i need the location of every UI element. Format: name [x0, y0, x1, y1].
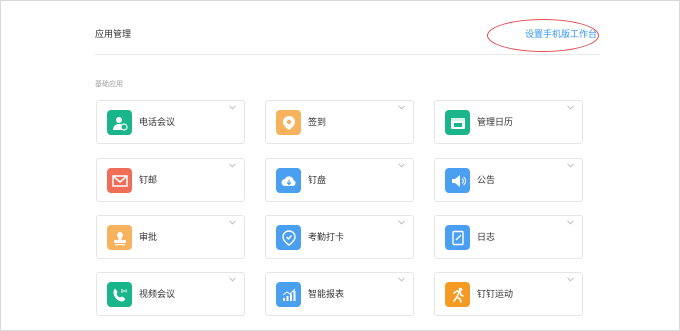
- app-card-calendar[interactable]: 管理日历: [434, 100, 583, 144]
- app-label: 视频会议: [139, 290, 176, 300]
- app-label: 智能报表: [308, 290, 345, 300]
- phone-meeting-icon: [107, 110, 132, 135]
- app-card-checkin[interactable]: 签到: [265, 100, 414, 144]
- attendance-pin-icon: [276, 225, 301, 250]
- app-card-attendance[interactable]: 考勤打卡: [265, 215, 414, 259]
- location-pin-icon: [276, 110, 301, 135]
- app-card-approval[interactable]: 审批: [96, 215, 245, 259]
- running-man-icon: [445, 282, 470, 307]
- section-label: 基础应用: [95, 80, 123, 88]
- app-card-smart-report[interactable]: 智能报表: [265, 272, 414, 316]
- app-card-log[interactable]: 日志: [434, 215, 583, 259]
- chevron-down-icon[interactable]: [567, 105, 574, 110]
- mail-icon: [107, 168, 132, 193]
- bar-chart-icon: [276, 282, 301, 307]
- app-label: 电话会议: [139, 118, 176, 128]
- app-card-video-meeting[interactable]: 视频会议: [96, 272, 245, 316]
- chevron-down-icon[interactable]: [567, 277, 574, 282]
- video-call-icon: [107, 282, 132, 307]
- app-label: 钉钉运动: [477, 290, 514, 300]
- app-label: 钉邮: [139, 176, 158, 186]
- chevron-down-icon[interactable]: [398, 105, 405, 110]
- highlight-circle: [487, 19, 599, 52]
- chevron-down-icon[interactable]: [229, 105, 236, 110]
- app-label: 日志: [477, 233, 496, 243]
- chevron-down-icon[interactable]: [398, 163, 405, 168]
- app-label: 签到: [308, 118, 327, 128]
- app-card-drive[interactable]: 钉盘: [265, 158, 414, 202]
- chevron-down-icon[interactable]: [229, 163, 236, 168]
- notebook-icon: [445, 225, 470, 250]
- app-label: 公告: [477, 176, 496, 186]
- chevron-down-icon[interactable]: [229, 220, 236, 225]
- app-card-phone-meeting[interactable]: 电话会议: [96, 100, 245, 144]
- chevron-down-icon[interactable]: [398, 220, 405, 225]
- app-label: 审批: [139, 233, 158, 243]
- app-card-announcement[interactable]: 公告: [434, 158, 583, 202]
- app-label: 考勤打卡: [308, 233, 345, 243]
- cloud-drive-icon: [276, 168, 301, 193]
- chevron-down-icon[interactable]: [398, 277, 405, 282]
- page-title: 应用管理: [95, 30, 132, 40]
- app-card-mail[interactable]: 钉邮: [96, 158, 245, 202]
- chevron-down-icon[interactable]: [567, 220, 574, 225]
- megaphone-icon: [445, 168, 470, 193]
- chevron-down-icon[interactable]: [229, 277, 236, 282]
- calendar-icon: [445, 110, 470, 135]
- app-label: 钉盘: [308, 176, 327, 186]
- chevron-down-icon[interactable]: [567, 163, 574, 168]
- approval-stamp-icon: [107, 225, 132, 250]
- app-card-sport[interactable]: 钉钉运动: [434, 272, 583, 316]
- app-label: 管理日历: [477, 118, 514, 128]
